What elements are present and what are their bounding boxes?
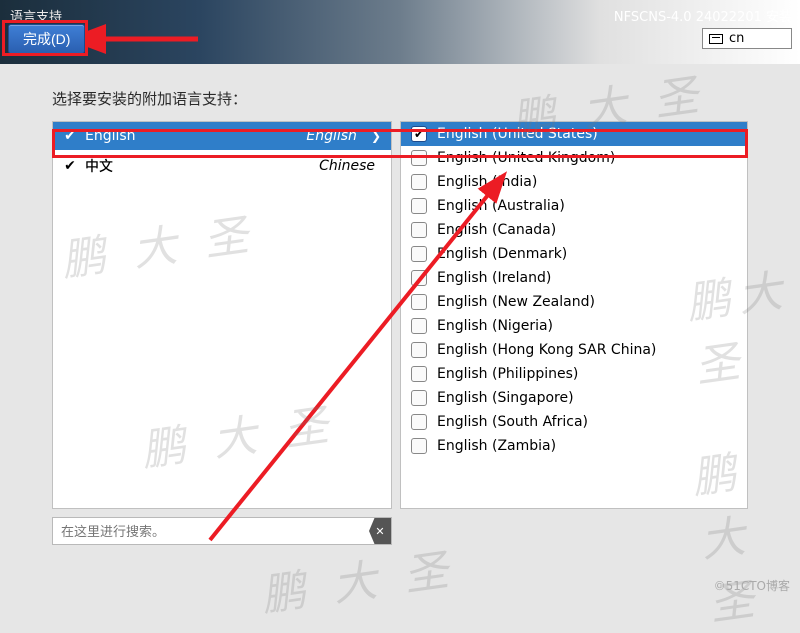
locale-list[interactable]: English (United States) English (United K… [400,121,748,509]
locale-row[interactable]: English (United Kingdom) [401,146,747,170]
chevron-right-icon: ❯ [371,129,381,143]
locale-row[interactable]: English (Hong Kong SAR China) [401,338,747,362]
language-native: Chinese [319,158,375,174]
keyboard-layout-indicator[interactable]: cn [702,28,792,49]
locale-row[interactable]: English (South Africa) [401,410,747,434]
check-icon: ✔ [63,128,77,144]
locale-row[interactable]: English (Zambia) [401,434,747,458]
locale-row[interactable]: English (India) [401,170,747,194]
keyboard-icon [709,34,723,44]
language-name: English [85,128,298,144]
locale-checkbox[interactable] [411,198,427,214]
locale-checkbox[interactable] [411,318,427,334]
locale-checkbox[interactable] [411,342,427,358]
locale-row[interactable]: English (Philippines) [401,362,747,386]
language-panels: ✔ English English ❯ ✔ 中文 Chinese English (Unit… [52,121,748,509]
locale-row[interactable]: English (United States) [401,122,747,146]
language-native: English [306,128,357,144]
locale-row[interactable]: English (Denmark) [401,242,747,266]
language-list[interactable]: ✔ English English ❯ ✔ 中文 Chinese [52,121,392,509]
locale-label: English (India) [437,174,537,190]
locale-row[interactable]: English (Australia) [401,194,747,218]
language-row[interactable]: ✔ 中文 Chinese [53,150,391,182]
locale-checkbox[interactable] [411,150,427,166]
locale-row[interactable]: English (Nigeria) [401,314,747,338]
locale-checkbox[interactable] [411,390,427,406]
locale-label: English (South Africa) [437,414,588,430]
locale-label: English (Singapore) [437,390,574,406]
prompt-label: 选择要安装的附加语言支持： [52,88,800,109]
clear-search-button[interactable]: ✕ [369,518,391,544]
locale-label: English (Philippines) [437,366,578,382]
locale-checkbox[interactable] [411,366,427,382]
page-title: 语言支持 [10,6,62,25]
done-button[interactable]: 完成(D) [8,24,85,54]
locale-label: English (United Kingdom) [437,150,615,166]
locale-checkbox[interactable] [411,174,427,190]
locale-checkbox[interactable] [411,438,427,454]
keyboard-layout-label: cn [729,31,744,46]
language-row[interactable]: ✔ English English ❯ [53,122,391,150]
locale-label: English (Canada) [437,222,556,238]
locale-row[interactable]: English (Ireland) [401,266,747,290]
locale-row[interactable]: English (Canada) [401,218,747,242]
locale-checkbox[interactable] [411,414,427,430]
search-box: ✕ [52,517,392,545]
version-label: NFSCNS-4.0 24022201 安装 [614,6,792,25]
locale-label: English (Nigeria) [437,318,553,334]
locale-checkbox[interactable] [411,246,427,262]
locale-checkbox[interactable] [411,222,427,238]
language-name: 中文 [85,156,311,176]
check-icon: ✔ [63,158,77,174]
locale-label: English (Denmark) [437,246,567,262]
footer-credit: ©51CTO博客 [714,577,790,594]
locale-label: English (United States) [437,126,598,142]
locale-checkbox[interactable] [411,126,427,142]
locale-label: English (Australia) [437,198,565,214]
locale-label: English (New Zealand) [437,294,595,310]
header-bar: 语言支持 NFSCNS-4.0 24022201 安装 完成(D) cn [0,0,800,64]
locale-checkbox[interactable] [411,294,427,310]
locale-label: English (Zambia) [437,438,556,454]
search-input[interactable] [53,524,369,539]
locale-label: English (Ireland) [437,270,551,286]
locale-label: English (Hong Kong SAR China) [437,342,656,358]
locale-row[interactable]: English (New Zealand) [401,290,747,314]
locale-checkbox[interactable] [411,270,427,286]
locale-row[interactable]: English (Singapore) [401,386,747,410]
